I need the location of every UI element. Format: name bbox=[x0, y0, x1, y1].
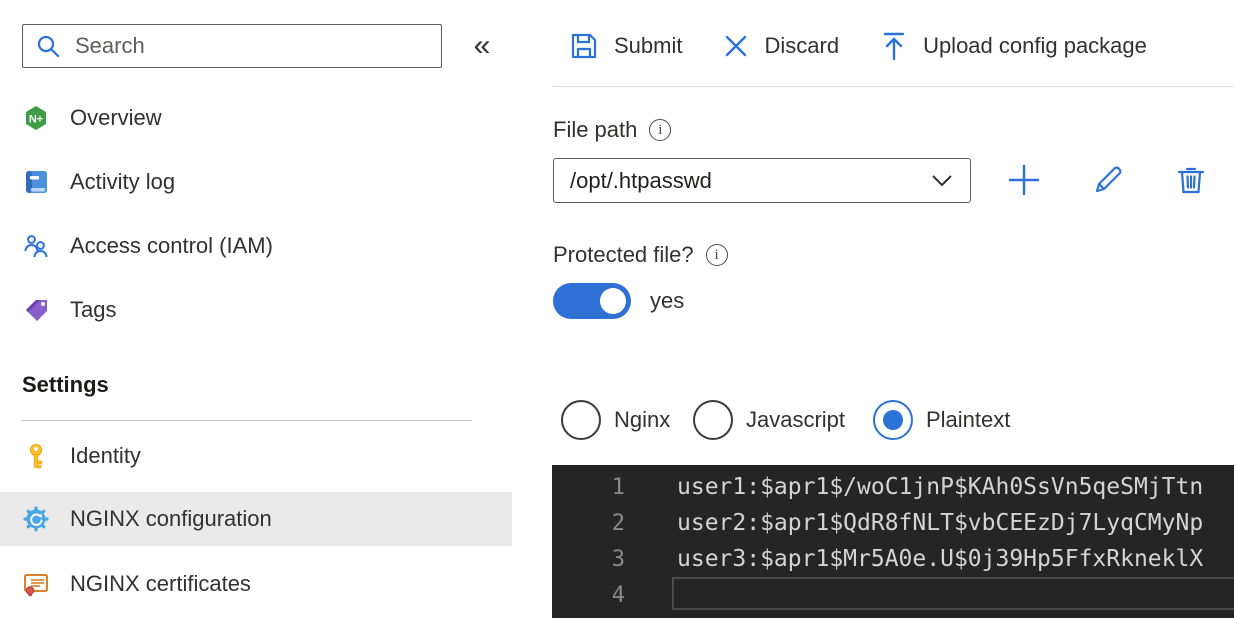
sidebar-item-label: Access control (IAM) bbox=[70, 233, 273, 258]
sidebar-item-tags[interactable]: Tags bbox=[0, 283, 512, 337]
line-number: 2 bbox=[611, 510, 625, 536]
discard-button[interactable]: Discard bbox=[722, 32, 839, 60]
radio-javascript[interactable]: Javascript bbox=[693, 400, 845, 440]
line-number: 1 bbox=[611, 474, 625, 500]
command-bar: Submit Discard Upload config package bbox=[568, 24, 1147, 68]
config-code-editor[interactable]: 1 user1:$apr1$/woC1jnP$KAh0SsVn5qeSMjTtn… bbox=[552, 465, 1234, 618]
key-icon bbox=[22, 442, 50, 470]
edit-file-button[interactable] bbox=[1088, 160, 1128, 200]
file-path-field-label: File path bbox=[553, 117, 672, 143]
radio-plaintext[interactable]: Plaintext bbox=[873, 400, 1010, 440]
upload-label: Upload config package bbox=[923, 33, 1147, 58]
upload-config-package-button[interactable]: Upload config package bbox=[879, 30, 1147, 62]
close-icon bbox=[722, 32, 750, 60]
editor-line: 2 user2:$apr1$QdR8fNLT$vbCEEzDj7LyqCMyNp bbox=[552, 505, 1234, 541]
search-input[interactable] bbox=[75, 33, 429, 59]
file-path-dropdown[interactable]: /opt/.htpasswd bbox=[553, 158, 971, 203]
settings-section-header: Settings bbox=[22, 372, 109, 397]
sidebar-item-identity[interactable]: Identity bbox=[0, 429, 512, 483]
line-text: user2:$apr1$QdR8fNLT$vbCEEzDj7LyqCMyNp bbox=[677, 510, 1204, 536]
sidebar-item-nginx-configuration[interactable]: NGINX configuration bbox=[0, 492, 512, 546]
svg-text:N+: N+ bbox=[29, 114, 43, 126]
info-icon[interactable] bbox=[705, 244, 728, 266]
toggle-state-label: yes bbox=[650, 288, 685, 313]
file-path-label: File path bbox=[553, 117, 638, 142]
radio-nginx[interactable]: Nginx bbox=[561, 400, 670, 440]
line-text: user1:$apr1$/woC1jnP$KAh0SsVn5qeSMjTtn bbox=[677, 474, 1204, 500]
save-icon bbox=[568, 30, 600, 62]
radio-label: Plaintext bbox=[926, 407, 1011, 432]
settings-divider bbox=[22, 420, 472, 421]
sidebar-item-overview[interactable]: N+ Overview bbox=[0, 91, 512, 145]
info-icon[interactable] bbox=[649, 119, 672, 141]
access-control-icon bbox=[22, 232, 50, 260]
chevron-down-icon bbox=[930, 173, 954, 189]
radio-circle-selected-icon bbox=[873, 400, 913, 440]
radio-label: Javascript bbox=[746, 407, 846, 432]
sidebar-item-label: Overview bbox=[70, 105, 162, 130]
activity-log-icon bbox=[22, 168, 50, 196]
radio-label: Nginx bbox=[614, 407, 671, 432]
sidebar-item-activity-log[interactable]: Activity log bbox=[0, 155, 512, 209]
sidebar-item-label: NGINX certificates bbox=[70, 571, 251, 596]
radio-circle-icon bbox=[561, 400, 601, 440]
line-number: 3 bbox=[611, 546, 625, 572]
editor-line: 1 user1:$apr1$/woC1jnP$KAh0SsVn5qeSMjTtn bbox=[552, 469, 1234, 505]
submit-button[interactable]: Submit bbox=[568, 30, 682, 62]
tags-icon bbox=[22, 296, 50, 324]
collapse-sidebar-icon[interactable]: « bbox=[462, 26, 502, 66]
file-path-value: /opt/.htpasswd bbox=[570, 167, 712, 193]
sidebar-item-label: Activity log bbox=[70, 169, 176, 194]
sidebar-item-label: Identity bbox=[70, 443, 141, 468]
editor-line: 3 user3:$apr1$Mr5A0e.U$0j39Hp5FfxRkneklX bbox=[552, 541, 1234, 577]
gear-sync-icon bbox=[22, 505, 50, 533]
line-text: user3:$apr1$Mr5A0e.U$0j39Hp5FfxRkneklX bbox=[677, 546, 1204, 572]
protected-file-label: Protected file? bbox=[553, 242, 694, 267]
submit-label: Submit bbox=[614, 33, 683, 58]
search-icon bbox=[35, 33, 61, 59]
toggle-knob bbox=[600, 288, 626, 314]
discard-label: Discard bbox=[764, 33, 840, 58]
certificate-icon bbox=[22, 570, 50, 598]
add-file-button[interactable] bbox=[1004, 160, 1044, 200]
radio-circle-icon bbox=[693, 400, 733, 440]
sidebar-item-label: Tags bbox=[70, 297, 117, 322]
sidebar-item-access-control[interactable]: Access control (IAM) bbox=[0, 219, 512, 273]
protected-file-toggle[interactable] bbox=[553, 283, 631, 319]
line-number: 4 bbox=[611, 582, 625, 608]
upload-icon bbox=[879, 30, 909, 62]
protected-file-field-label: Protected file? bbox=[553, 242, 728, 268]
sidebar-item-nginx-certificates[interactable]: NGINX certificates bbox=[0, 557, 512, 611]
nginx-overview-icon: N+ bbox=[22, 104, 50, 132]
current-line-highlight bbox=[672, 577, 1234, 610]
sidebar-search[interactable] bbox=[22, 24, 442, 68]
delete-file-button[interactable] bbox=[1171, 160, 1211, 200]
toolbar-divider bbox=[553, 86, 1234, 87]
sidebar-item-label: NGINX configuration bbox=[70, 506, 272, 531]
